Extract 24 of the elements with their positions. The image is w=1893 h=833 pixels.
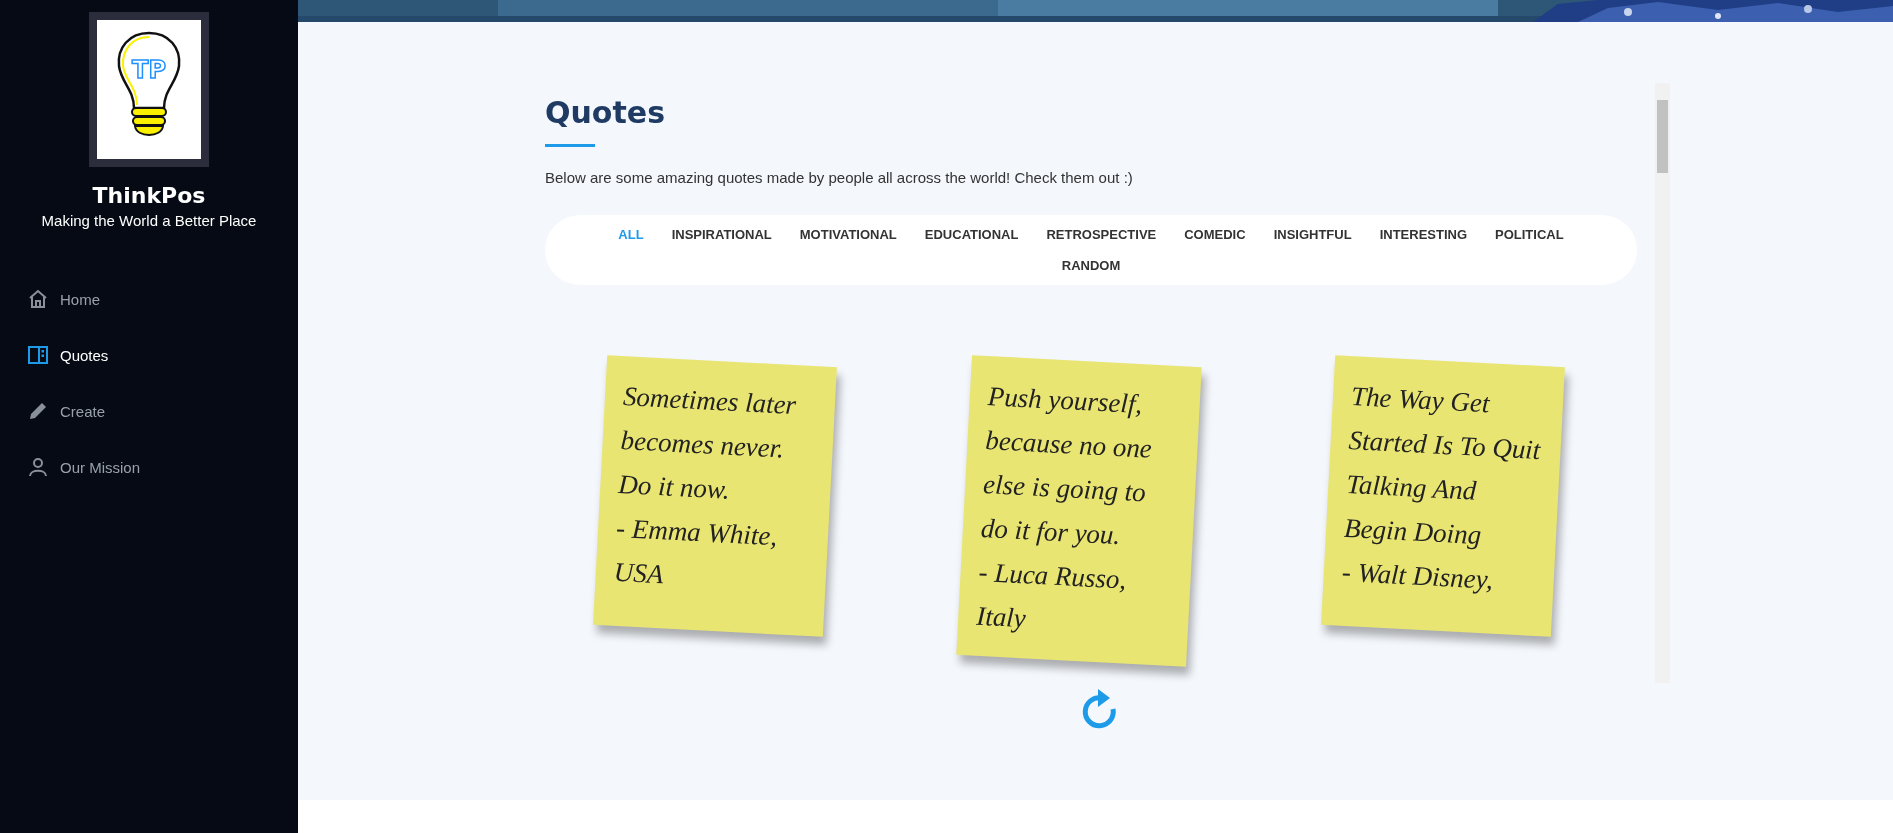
quote-text: The Way Get Started Is To Quit Talking And Begin Doing [1343, 381, 1542, 551]
filter-tab[interactable]: INSPIRATIONAL [657, 219, 786, 250]
quote-author: - Emma White, USA [612, 511, 779, 592]
quote-text: Sometimes later becomes never. Do it now. [617, 381, 797, 505]
logo-letters: TP [130, 58, 167, 82]
filter-tab[interactable]: EDUCATIONAL [910, 219, 1033, 250]
filter-tab[interactable]: INTERESTING [1365, 219, 1482, 250]
filter-tab[interactable]: INSIGHTFUL [1259, 219, 1366, 250]
filter-tab[interactable]: COMEDIC [1170, 219, 1260, 250]
filter-tab[interactable]: MOTIVATIONAL [785, 219, 911, 250]
filter-tab[interactable]: RETROSPECTIVE [1032, 219, 1171, 250]
filter-tab[interactable]: POLITICAL [1481, 219, 1578, 250]
quote-text: Push yourself, because no one else is going to do it for you. [980, 381, 1153, 551]
nav-item[interactable]: Home [28, 277, 228, 321]
intro-text: Below are some amazing quotes made by people all across the world! Check them out :) [545, 169, 1134, 186]
quote-author: - Walt Disney, [1340, 555, 1495, 597]
brand-tagline: Making the World a Better Place [41, 212, 257, 229]
nav-item[interactable]: Our Mission [28, 445, 228, 489]
nav-item[interactable]: Quotes [28, 333, 228, 377]
filter-tab[interactable]: RANDOM [1047, 250, 1135, 281]
quote-author: - Luca Russo, Italy [975, 555, 1128, 636]
brand-title: ThinkPos [92, 183, 206, 208]
page-heading: Quotes [545, 95, 666, 130]
nav-item[interactable]: Create [28, 389, 228, 433]
